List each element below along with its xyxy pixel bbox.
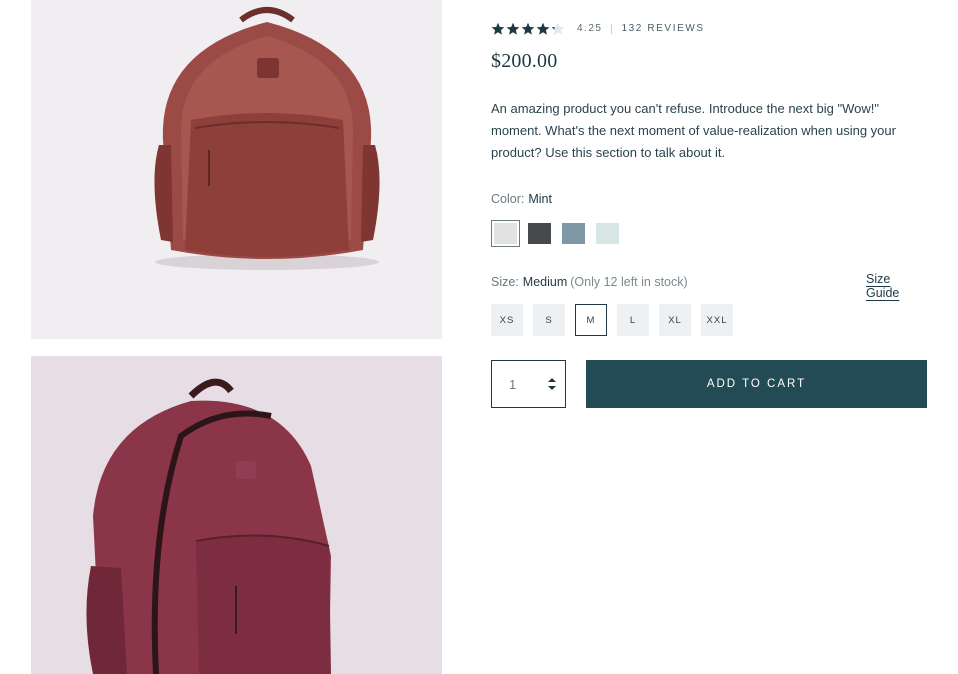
star-icon — [506, 22, 520, 35]
swatch-color — [596, 223, 619, 244]
rating-value: 4.25 — [577, 23, 603, 34]
rating-row[interactable]: 4.25 132 REVIEWS — [491, 20, 705, 37]
color-option-label: Color: Mint — [491, 192, 552, 206]
backpack-front-illustration — [154, 7, 380, 270]
product-image-angle[interactable] — [31, 356, 442, 674]
backpack-angle-illustration — [86, 378, 331, 674]
size-option-label: Size: Medium (Only 12 left in stock) — [491, 275, 688, 289]
product-image-front[interactable] — [31, 0, 442, 339]
selected-color-value: Mint — [528, 192, 552, 206]
star-icon — [521, 22, 535, 35]
star-icon — [551, 22, 565, 35]
size-option-xl[interactable]: XL — [659, 304, 691, 336]
size-label: Size: — [491, 275, 519, 289]
size-option-xs[interactable]: XS — [491, 304, 523, 336]
quantity-stepper-icon[interactable] — [547, 377, 557, 391]
color-swatch-mint[interactable] — [593, 220, 622, 247]
star-icon — [536, 22, 550, 35]
selected-size-value: Medium — [522, 275, 568, 289]
size-option-l[interactable]: L — [617, 304, 649, 336]
stock-note: (Only 12 left in stock) — [570, 275, 688, 289]
quantity-selector[interactable]: 1 — [491, 360, 566, 408]
product-price: $200.00 — [491, 50, 558, 72]
color-swatch-charcoal[interactable] — [525, 220, 554, 247]
star-icon — [491, 22, 505, 35]
rating-stars — [491, 22, 565, 36]
color-label: Color: — [491, 192, 525, 206]
product-description: An amazing product you can't refuse. Int… — [491, 101, 896, 160]
divider — [611, 23, 613, 34]
swatch-color — [528, 223, 551, 244]
size-options: XS S M L XL XXL — [491, 304, 743, 336]
color-swatch-light-gray[interactable] — [491, 220, 520, 247]
add-to-cart-button[interactable]: ADD TO CART — [586, 360, 927, 408]
swatch-color — [562, 223, 585, 244]
size-option-m[interactable]: M — [575, 304, 607, 336]
size-option-s[interactable]: S — [533, 304, 565, 336]
swatch-color — [494, 223, 517, 244]
size-guide-link[interactable]: Size Guide — [866, 272, 927, 300]
size-option-xxl[interactable]: XXL — [701, 304, 733, 336]
quantity-value[interactable]: 1 — [509, 377, 539, 392]
color-swatches — [491, 220, 627, 247]
color-swatch-slate-blue[interactable] — [559, 220, 588, 247]
review-count-link[interactable]: 132 REVIEWS — [621, 23, 704, 34]
